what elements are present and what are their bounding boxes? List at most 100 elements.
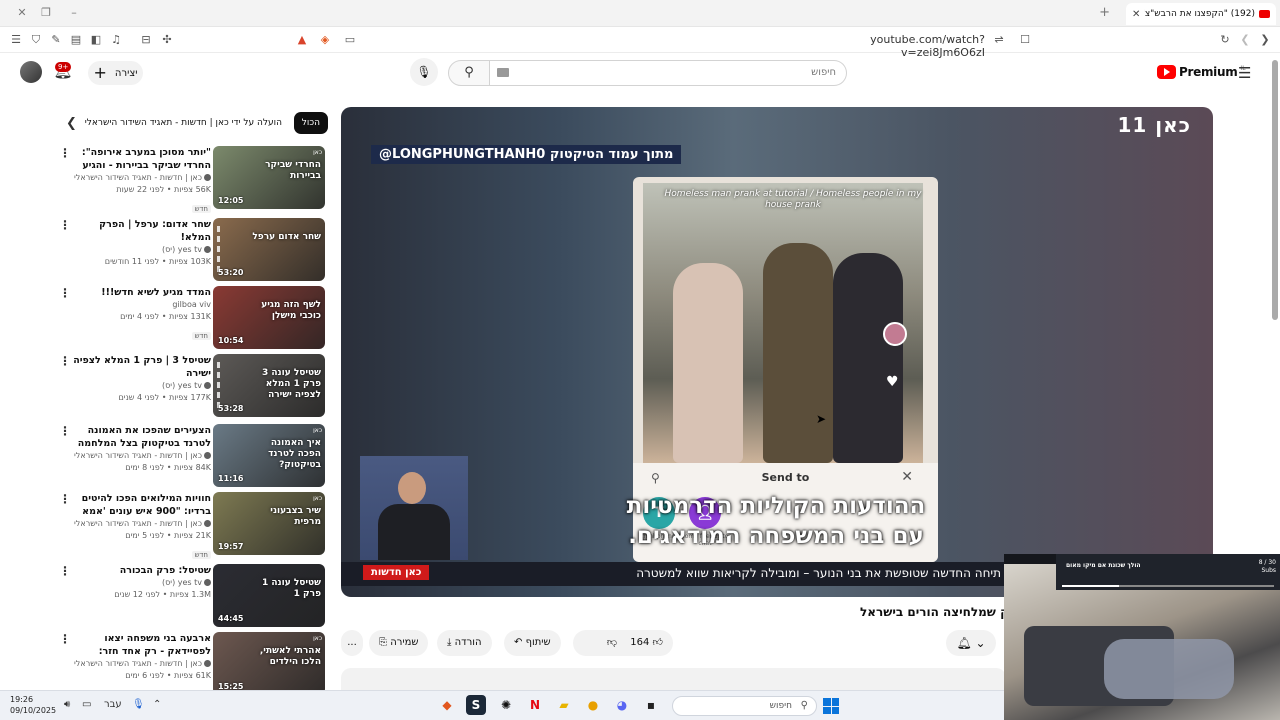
create-button[interactable]: יצירה + — [88, 61, 143, 85]
more-options-icon[interactable]: ⋮ — [59, 564, 71, 578]
app-icon[interactable]: ● — [583, 695, 603, 715]
brave-browser-icon[interactable]: ◆ — [437, 695, 457, 715]
system-clock[interactable]: 19:26 09/10/2025 — [10, 694, 56, 716]
list-item[interactable]: לשף הזה מגיע כוכבי מישלן 10:54 המדד מגיע … — [55, 286, 327, 350]
back-icon[interactable]: ❮ — [1237, 32, 1253, 48]
video-thumbnail[interactable]: שטיסל עונה 3 פרק 1 המלא לצפיה ישירה 53:28 — [213, 354, 325, 417]
download-button[interactable]: הורדה ⤓ — [437, 630, 492, 656]
music-icon[interactable]: ♫ — [108, 32, 124, 48]
chatgpt-icon[interactable]: ✺ — [496, 695, 516, 715]
network-icon[interactable]: ▭ — [82, 699, 91, 710]
description-box[interactable] — [341, 668, 1006, 690]
chevron-up-icon[interactable]: ⌃ — [153, 699, 161, 710]
shield-icon[interactable]: ⛉ — [28, 32, 44, 48]
channel-name[interactable]: yes tv (יס) — [71, 244, 211, 256]
more-options-icon[interactable]: ⋮ — [59, 424, 71, 438]
page-scrollbar[interactable] — [1272, 60, 1278, 320]
video-thumbnail[interactable]: שחר אדום ערפל 53:20 — [213, 218, 325, 281]
channel-name[interactable]: כאן | חדשות - תאגיד השידור הישראלי — [71, 172, 211, 184]
file-explorer-icon[interactable]: ▰ — [554, 695, 574, 715]
extensions-icon[interactable]: ✣ — [159, 32, 175, 48]
video-title[interactable]: שחר אדום: ערפל | הפרק המלא! — [71, 218, 211, 244]
more-actions-button[interactable]: ... — [341, 630, 363, 656]
like-icon[interactable]: 👍︎ — [653, 637, 663, 648]
video-title[interactable]: הצעירים שהפכו את האמונה לטרנד בטיקטוק בצ… — [71, 424, 211, 450]
discord-icon[interactable]: ◕ — [612, 695, 632, 715]
volume-icon[interactable]: 🔊︎ — [64, 699, 70, 710]
avatar[interactable] — [20, 61, 42, 83]
site-settings-icon[interactable]: ⇌ — [991, 32, 1007, 48]
channel-name[interactable]: כאן | חדשות - תאגיד השידור הישראלי — [71, 450, 211, 462]
youtube-premium-logo[interactable]: Premium IL — [1157, 65, 1246, 79]
windows-start-icon[interactable] — [823, 698, 839, 714]
list-icon[interactable]: ☰ — [8, 32, 24, 48]
share-button[interactable]: שיתוף ↶ — [504, 630, 561, 656]
bookmark-icon[interactable]: ☐ — [1017, 32, 1033, 48]
forward-icon[interactable]: ❯ — [1257, 32, 1273, 48]
steam-icon[interactable]: S — [466, 695, 486, 715]
overlay-progress-bar[interactable] — [1062, 585, 1274, 587]
channel-name[interactable]: gilboa viv — [71, 299, 211, 311]
language-indicator[interactable]: עבר — [104, 699, 122, 710]
channel-name[interactable]: כאן | חדשות - תאגיד השידור הישראלי — [71, 658, 211, 670]
video-title[interactable]: המדד מגיע לשיא חדש!!! — [71, 286, 211, 299]
terminal-icon[interactable]: ▪ — [641, 695, 661, 715]
close-window-icon[interactable]: ✕ — [14, 6, 30, 20]
video-title[interactable]: שטיסל 3 | פרק 1 המלא לצפיה ישירה — [71, 354, 211, 380]
more-options-icon[interactable]: ⋮ — [59, 146, 71, 160]
chip-all[interactable]: הכול — [293, 112, 328, 134]
screenshot-icon[interactable]: ⊟ — [138, 32, 154, 48]
video-player[interactable]: כאן 11 מתוך עמוד הטיקטוק LONGPHUNGTHANH0… — [341, 107, 1213, 597]
video-thumbnail[interactable]: כאן החרדי שביקר בביירות 12:05 — [213, 146, 325, 209]
reader-icon[interactable]: ▤ — [68, 32, 84, 48]
close-tab-icon[interactable]: ✕ — [1132, 9, 1140, 20]
video-thumbnail[interactable]: כאן אהרתי לאשתי, הלכו הילדים 15:25 — [213, 632, 325, 695]
list-item[interactable]: כאן אהרתי לאשתי, הלכו הילדים 15:25 ארבעה ב… — [55, 632, 327, 696]
video-title[interactable]: "יותר מסוכן במערב אירופה": החרדי שביקר ב… — [71, 146, 211, 172]
puzzle-icon[interactable]: ✎ — [48, 32, 64, 48]
overlay-window[interactable]: הולך שכונת אם מיקו מאום 8 / 30 Subs — [1004, 554, 1280, 720]
search-icon[interactable]: ⚲ — [448, 60, 490, 86]
taskbar-search-input[interactable]: ⚲ חיפוש — [672, 696, 817, 716]
list-item[interactable]: כאן איך האמונה הפכה לטרנד בטיקטוק? 11:16 ה… — [55, 424, 327, 488]
more-options-icon[interactable]: ⋮ — [59, 354, 71, 368]
save-button[interactable]: שמירה ⎘ — [369, 630, 429, 656]
voice-search-mic-icon[interactable]: 🎙︎ — [410, 58, 438, 86]
list-item[interactable]: שטיסל עונה 1 פרק 1 44:45 שטיסל: פרק הבכור… — [55, 564, 327, 628]
video-title[interactable]: חוויות המילואים הפכו להיטים ברדיו: "900 … — [71, 492, 211, 518]
cast-icon[interactable]: ▭ — [342, 32, 358, 48]
video-thumbnail[interactable]: כאן שיר בצבעוני מרפית 19:57 — [213, 492, 325, 555]
active-tab[interactable]: (192) "הקפצנו את הרבש"צ" ✕ — [1126, 3, 1276, 25]
video-thumbnail[interactable]: כאן איך האמונה הפכה לטרנד בטיקטוק? 11:16 — [213, 424, 325, 487]
maximize-window-icon[interactable]: ❐ — [38, 6, 54, 20]
channel-name[interactable]: כאן | חדשות - תאגיד השידור הישראלי — [71, 518, 211, 530]
keyboard-icon[interactable] — [497, 68, 509, 77]
list-item[interactable]: כאן החרדי שביקר בביירות 12:05 "יותר מסוכן … — [55, 146, 327, 213]
chevron-left-icon[interactable]: ❮ — [66, 116, 77, 131]
list-item[interactable]: כאן שיר בצבעוני מרפית 19:57 חוויות המילואי… — [55, 492, 327, 559]
brave-rewards-icon[interactable]: ▲ — [294, 32, 310, 48]
reload-icon[interactable]: ↻ — [1217, 32, 1233, 48]
more-options-icon[interactable]: ⋮ — [59, 632, 71, 646]
more-options-icon[interactable]: ⋮ — [59, 218, 71, 232]
search-input[interactable]: חיפוש — [490, 60, 847, 86]
hamburger-menu-icon[interactable]: ☰ — [1238, 64, 1251, 82]
brave-shields-icon[interactable]: ◈ — [317, 32, 333, 48]
channel-name[interactable]: yes tv (יס) — [71, 577, 211, 589]
video-title[interactable]: שטיסל: פרק הבכורה — [71, 564, 211, 577]
video-thumbnail[interactable]: לשף הזה מגיע כוכבי מישלן 10:54 — [213, 286, 325, 349]
more-options-icon[interactable]: ⋮ — [59, 492, 71, 506]
scrollbar-thumb[interactable] — [1272, 60, 1278, 320]
dislike-icon[interactable]: 👎︎ — [607, 637, 617, 648]
new-tab-button[interactable]: + — [1099, 5, 1110, 20]
minimize-window-icon[interactable]: – — [66, 6, 82, 20]
netflix-icon[interactable]: N — [525, 695, 545, 715]
mic-icon[interactable]: 🎙︎ — [132, 699, 145, 710]
list-item[interactable]: שחר אדום ערפל 53:20 שחר אדום: ערפל | הפרק… — [55, 218, 327, 282]
list-item[interactable]: שטיסל עונה 3 פרק 1 המלא לצפיה ישירה 53:28… — [55, 354, 327, 418]
channel-name[interactable]: yes tv (יס) — [71, 380, 211, 392]
sidebar-icon[interactable]: ◧ — [88, 32, 104, 48]
chip-uploaded-by[interactable]: הועלה על ידי כאן | חדשות - תאגיד השידור … — [80, 112, 290, 134]
video-title[interactable]: ארבעה בני משפחה יצאו לפסיידאק - רק אחד ח… — [71, 632, 211, 658]
video-thumbnail[interactable]: שטיסל עונה 1 פרק 1 44:45 — [213, 564, 325, 627]
